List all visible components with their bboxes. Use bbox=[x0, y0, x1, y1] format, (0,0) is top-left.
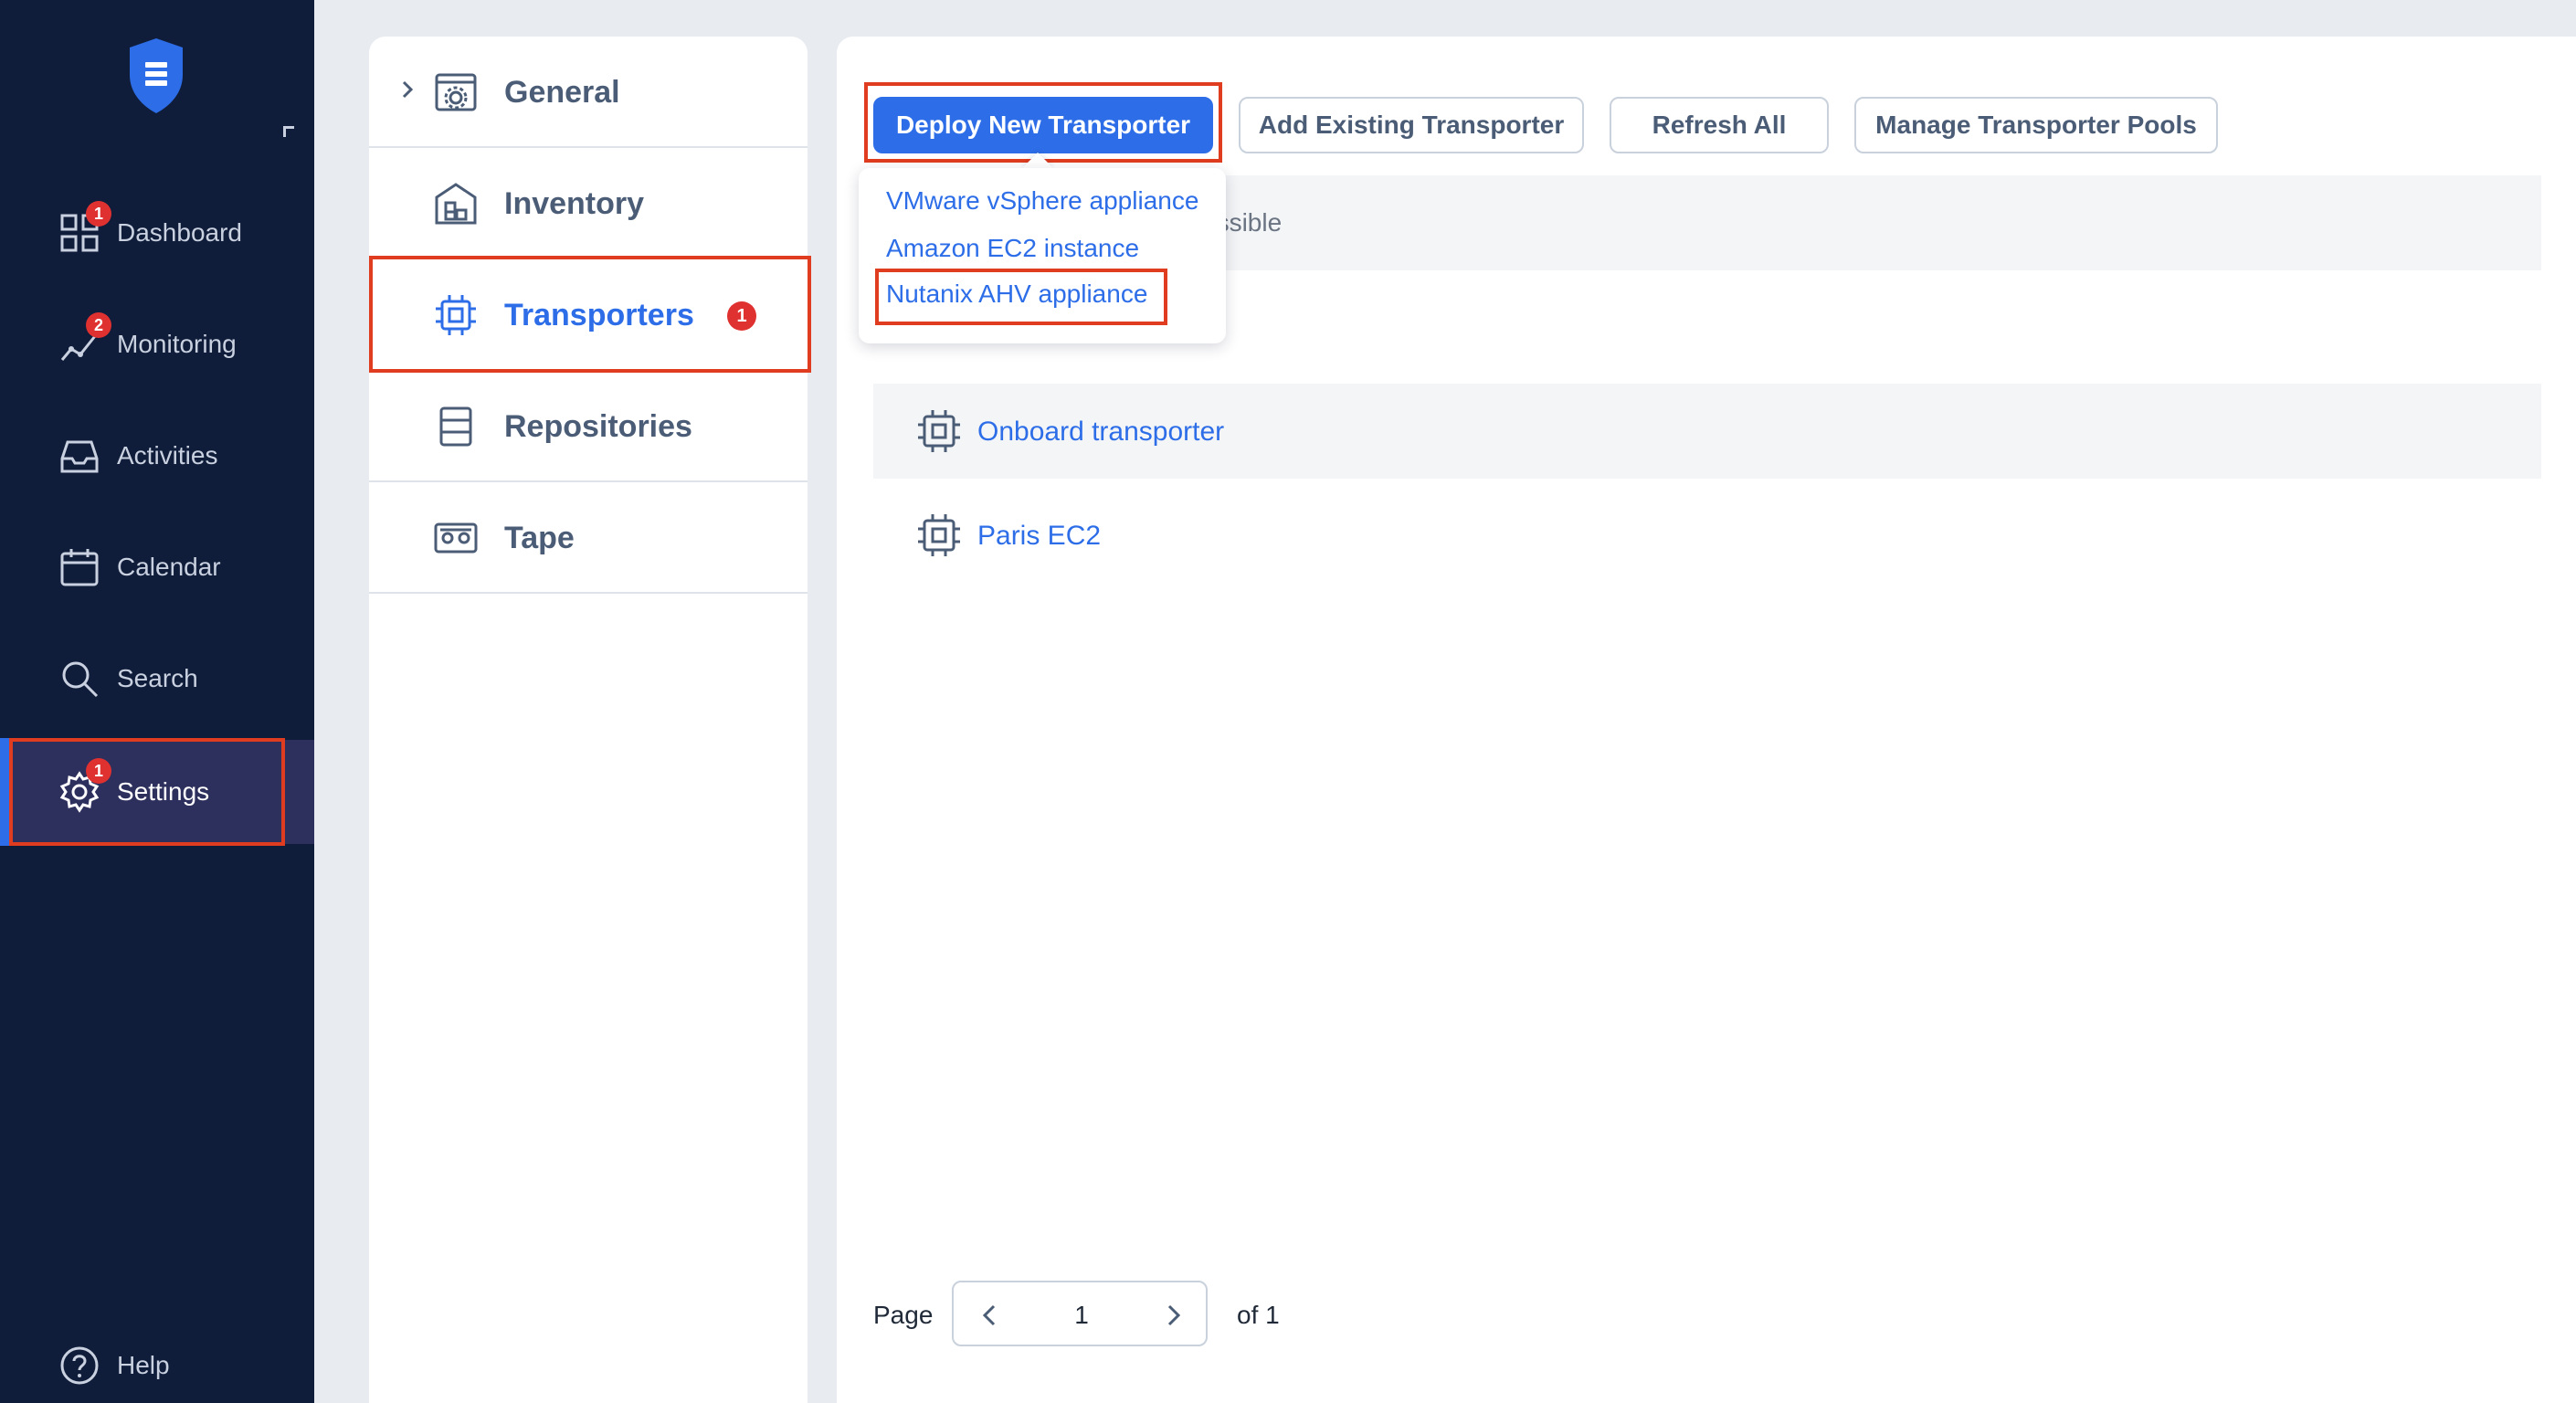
section-item-inventory[interactable]: Inventory bbox=[369, 148, 808, 259]
collapse-sidebar-icon[interactable] bbox=[283, 126, 294, 137]
highlight-box bbox=[369, 256, 811, 373]
search-icon bbox=[58, 658, 100, 700]
help-link[interactable]: Help bbox=[58, 1345, 170, 1387]
page-selector: 1 bbox=[952, 1281, 1208, 1346]
dashboard-badge: 1 bbox=[86, 201, 111, 227]
transporter-name-link[interactable]: Paris EC2 bbox=[977, 521, 1101, 552]
active-indicator bbox=[0, 738, 9, 846]
chip-icon bbox=[915, 407, 963, 455]
sidebar-item-monitoring[interactable]: 2 Monitoring bbox=[0, 294, 314, 395]
sidebar-item-label: Activities bbox=[117, 441, 218, 469]
section-item-tape[interactable]: Tape bbox=[369, 482, 808, 594]
inbox-icon bbox=[58, 435, 100, 477]
monitoring-badge: 2 bbox=[86, 312, 111, 338]
repository-icon bbox=[433, 404, 479, 449]
menu-item-amazon-ec2[interactable]: Amazon EC2 instance bbox=[886, 234, 1139, 263]
menu-item-vmware[interactable]: VMware vSphere appliance bbox=[886, 186, 1198, 216]
section-item-repositories[interactable]: Repositories bbox=[369, 371, 808, 482]
sidebar-item-label: Dashboard bbox=[117, 218, 242, 247]
highlight-box bbox=[864, 82, 1222, 163]
section-label: Tape bbox=[504, 521, 575, 555]
refresh-all-button[interactable]: Refresh All bbox=[1610, 97, 1829, 153]
calendar-icon bbox=[58, 546, 100, 588]
page-count-label: of 1 bbox=[1237, 1301, 1280, 1329]
table-row[interactable]: Onboard transporter bbox=[873, 384, 2541, 479]
chevron-right-icon[interactable] bbox=[395, 77, 420, 102]
sidebar-item-calendar[interactable]: Calendar bbox=[0, 517, 314, 617]
sidebar-item-search[interactable]: Search bbox=[0, 628, 314, 729]
help-label: Help bbox=[117, 1351, 170, 1379]
chip-icon bbox=[915, 512, 963, 559]
shield-logo-icon[interactable] bbox=[126, 37, 186, 115]
help-icon bbox=[58, 1345, 100, 1387]
tape-icon bbox=[433, 515, 479, 561]
table-row[interactable]: Paris EC2 bbox=[873, 488, 2541, 583]
highlight-box bbox=[875, 269, 1167, 325]
section-label: Repositories bbox=[504, 409, 692, 444]
sidebar-item-label: Monitoring bbox=[117, 330, 237, 358]
highlight-box bbox=[9, 738, 285, 846]
inventory-icon bbox=[433, 181, 479, 227]
general-settings-icon bbox=[433, 69, 479, 115]
section-item-general[interactable]: General bbox=[369, 37, 808, 148]
app-sidebar: 1 Dashboard 2 Monitoring Activities Cale… bbox=[0, 0, 314, 1403]
page-label: Page bbox=[873, 1301, 934, 1329]
sidebar-item-label: Search bbox=[117, 664, 198, 692]
section-label: General bbox=[504, 75, 620, 110]
sidebar-item-label: Calendar bbox=[117, 553, 221, 581]
manage-transporter-pools-button[interactable]: Manage Transporter Pools bbox=[1854, 97, 2218, 153]
section-label: Inventory bbox=[504, 186, 645, 221]
transporter-name-link[interactable]: Onboard transporter bbox=[977, 417, 1224, 448]
settings-sections-panel: General Inventory Transporters 1 Reposit… bbox=[369, 37, 808, 1403]
sidebar-item-dashboard[interactable]: 1 Dashboard bbox=[0, 183, 314, 283]
next-page-icon[interactable] bbox=[1156, 1299, 1189, 1332]
add-existing-transporter-button[interactable]: Add Existing Transporter bbox=[1239, 97, 1584, 153]
sidebar-item-activities[interactable]: Activities bbox=[0, 406, 314, 506]
